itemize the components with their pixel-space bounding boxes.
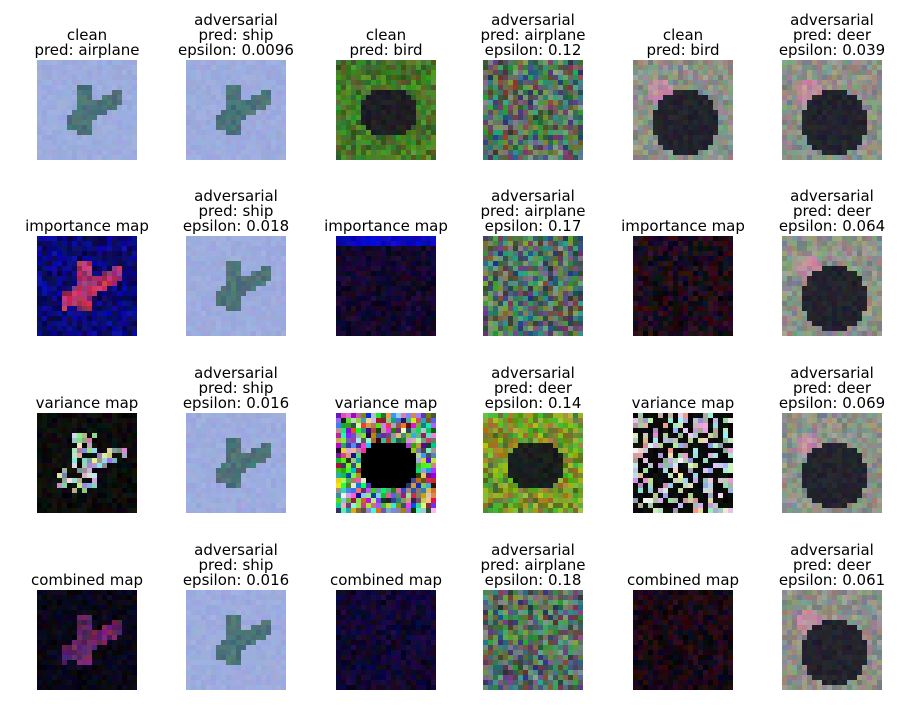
importance-map-dark [336, 236, 436, 336]
panel-title: adversarial pred: deer epsilon: 0.061 [757, 543, 900, 588]
panel-title-line: epsilon: 0.061 [778, 571, 886, 589]
panel-title: adversarial pred: ship epsilon: 0.018 [161, 189, 311, 234]
panel-r3-c2: adversarial pred: ship epsilon: 0.016 [161, 353, 311, 529]
panel-r4-c2: adversarial pred: ship epsilon: 0.016 [161, 530, 311, 706]
bird-dark-noisy-image [483, 236, 583, 336]
combined-map-ostrich [633, 590, 733, 690]
panel-title: clean pred: bird [311, 28, 461, 58]
panel-title-line: epsilon: 0.016 [182, 571, 290, 589]
panel-r2-c4: adversarial pred: airplane epsilon: 0.17 [458, 176, 608, 352]
bird-ostrich-image [782, 60, 882, 160]
panel-r4-c1: combined map [12, 530, 162, 706]
panel-title-line: combined map [626, 571, 740, 589]
importance-map-airplane [37, 236, 137, 336]
figure-grid: clean pred: airplane adversarial pred: ship… [0, 0, 900, 720]
panel-title-line: epsilon: 0.064 [778, 217, 886, 235]
combined-map-dark [336, 590, 436, 690]
panel-r1-c1: clean pred: airplane [12, 0, 162, 176]
panel-title: variance map [311, 396, 461, 411]
panel-r3-c6: adversarial pred: deer epsilon: 0.069 [757, 353, 900, 529]
panel-title: importance map [12, 219, 162, 234]
panel-title-line: epsilon: 0.12 [484, 41, 582, 59]
panel-r2-c3: importance map [311, 176, 461, 352]
panel-title: variance map [12, 396, 162, 411]
variance-map-bird [336, 413, 436, 513]
panel-title: combined map [608, 573, 758, 588]
panel-r2-c6: adversarial pred: deer epsilon: 0.064 [757, 176, 900, 352]
bird-dark-noisy-image [483, 590, 583, 690]
panel-title: importance map [311, 219, 461, 234]
panel-title: adversarial pred: deer epsilon: 0.069 [757, 366, 900, 411]
bird-ostrich-image [782, 590, 882, 690]
panel-title-line: epsilon: 0.18 [484, 571, 582, 589]
bird-ostrich-image [633, 60, 733, 160]
panel-r3-c1: variance map [12, 353, 162, 529]
panel-title-line: importance map [25, 217, 149, 235]
panel-r4-c3: combined map [311, 530, 461, 706]
airplane-image [186, 60, 286, 160]
panel-title-line: epsilon: 0.069 [778, 394, 886, 412]
panel-title: adversarial pred: ship epsilon: 0.0096 [161, 13, 311, 58]
panel-r1-c5: clean pred: bird [608, 0, 758, 176]
panel-title-line: importance map [621, 217, 745, 235]
airplane-image [186, 590, 286, 690]
panel-title-line: epsilon: 0.17 [484, 217, 582, 235]
panel-title-line: combined map [329, 571, 443, 589]
panel-r3-c4: adversarial pred: deer epsilon: 0.14 [458, 353, 608, 529]
airplane-image [186, 413, 286, 513]
panel-r1-c2: adversarial pred: ship epsilon: 0.0096 [161, 0, 311, 176]
panel-title: clean pred: airplane [12, 28, 162, 58]
panel-r3-c5: variance map [608, 353, 758, 529]
bird-dark-green-image [483, 413, 583, 513]
panel-title: combined map [12, 573, 162, 588]
panel-title-line: variance map [334, 394, 438, 412]
panel-title-line: pred: bird [349, 41, 423, 59]
panel-title-line: epsilon: 0.018 [182, 217, 290, 235]
panel-title: adversarial pred: deer epsilon: 0.039 [757, 13, 900, 58]
airplane-image [186, 236, 286, 336]
panel-r4-c4: adversarial pred: airplane epsilon: 0.18 [458, 530, 608, 706]
panel-title-line: pred: bird [646, 41, 720, 59]
panel-title-line: pred: airplane [34, 41, 140, 59]
combined-map-airplane [37, 590, 137, 690]
panel-title-line: epsilon: 0.016 [182, 394, 290, 412]
bird-dark-image [336, 60, 436, 160]
panel-r1-c6: adversarial pred: deer epsilon: 0.039 [757, 0, 900, 176]
panel-title-line: variance map [35, 394, 139, 412]
panel-r4-c6: adversarial pred: deer epsilon: 0.061 [757, 530, 900, 706]
panel-title-line: epsilon: 0.0096 [178, 41, 294, 59]
panel-title: combined map [311, 573, 461, 588]
panel-title: adversarial pred: deer epsilon: 0.14 [458, 366, 608, 411]
importance-map-ostrich [633, 236, 733, 336]
panel-r2-c5: importance map [608, 176, 758, 352]
panel-title: variance map [608, 396, 758, 411]
panel-r4-c5: combined map [608, 530, 758, 706]
bird-dark-noisy-image [483, 60, 583, 160]
airplane-image [37, 60, 137, 160]
panel-title-line: importance map [324, 217, 448, 235]
variance-map-ostrich [633, 413, 733, 513]
panel-r2-c1: importance map [12, 176, 162, 352]
panel-title: adversarial pred: deer epsilon: 0.064 [757, 189, 900, 234]
panel-title: adversarial pred: ship epsilon: 0.016 [161, 543, 311, 588]
panel-r1-c3: clean pred: bird [311, 0, 461, 176]
panel-title: importance map [608, 219, 758, 234]
variance-map-airplane [37, 413, 137, 513]
panel-r2-c2: adversarial pred: ship epsilon: 0.018 [161, 176, 311, 352]
panel-title-line: epsilon: 0.14 [484, 394, 582, 412]
panel-title: adversarial pred: airplane epsilon: 0.12 [458, 13, 608, 58]
panel-title-line: variance map [631, 394, 735, 412]
bird-ostrich-image [782, 413, 882, 513]
panel-title: clean pred: bird [608, 28, 758, 58]
panel-title: adversarial pred: ship epsilon: 0.016 [161, 366, 311, 411]
panel-title: adversarial pred: airplane epsilon: 0.18 [458, 543, 608, 588]
panel-title-line: combined map [30, 571, 144, 589]
panel-title-line: epsilon: 0.039 [778, 41, 886, 59]
panel-r1-c4: adversarial pred: airplane epsilon: 0.12 [458, 0, 608, 176]
panel-r3-c3: variance map [311, 353, 461, 529]
panel-title: adversarial pred: airplane epsilon: 0.17 [458, 189, 608, 234]
bird-ostrich-image [782, 236, 882, 336]
